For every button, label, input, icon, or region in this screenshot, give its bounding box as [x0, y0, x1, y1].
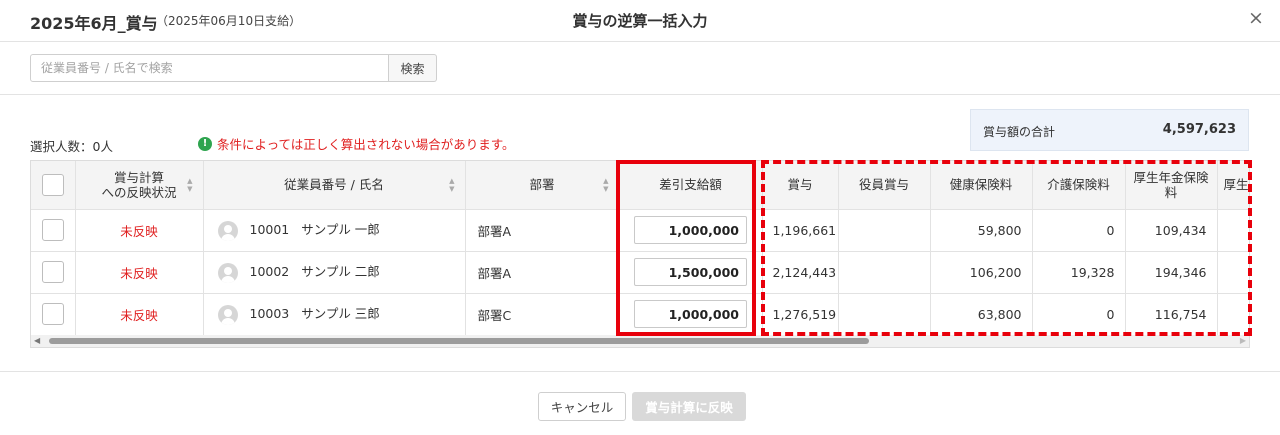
row-checkbox[interactable] — [41, 261, 64, 283]
header-employee-label: 従業員番号 / 氏名 — [284, 177, 384, 193]
employee-name: サンプル 二郎 — [301, 264, 380, 280]
divider — [0, 94, 1280, 95]
row-checkbox[interactable] — [41, 219, 64, 241]
header-bonus: 賞与 — [762, 161, 839, 210]
header-pension: 厚生年金保険 料 — [1125, 161, 1218, 210]
header-pension-label-2: 料 — [1164, 184, 1178, 200]
care-insurance-cell: 0 — [1032, 209, 1126, 252]
next-cell — [1217, 293, 1249, 336]
care-insurance-cell: 0 — [1032, 293, 1126, 336]
header-care-insurance: 介護保険料 — [1032, 161, 1126, 210]
warning-text: 条件によっては正しく算出されない場合があります。 — [217, 137, 515, 152]
dept-cell: 部署A — [465, 251, 620, 294]
employee-number: 10002 — [249, 264, 290, 280]
bonus-cell: 2,124,443 — [762, 251, 839, 294]
employee-name: サンプル 一郎 — [301, 222, 380, 238]
avatar-icon — [217, 304, 238, 325]
scroll-left-icon[interactable]: ◀ — [34, 336, 40, 345]
bonus-cell: 1,196,661 — [762, 209, 839, 252]
employee-number: 10001 — [249, 222, 290, 238]
officer-bonus-cell — [838, 209, 931, 252]
avatar-icon — [217, 220, 238, 241]
table-header-row: 賞与計算 への反映状況 ▲ ▼ 従業員番号 / 氏名 ▲ ▼ 部署 ▲ ▼ 差引支給額… — [31, 161, 1249, 210]
selected-count: 選択人数：0人 — [30, 139, 113, 154]
table-row: 未反映 10001 サンプル 一郎 部署A 1,196,661 59,800 0… — [31, 209, 1249, 252]
total-label: 賞与額の合計 — [983, 125, 1056, 139]
exclamation-icon: ! — [198, 136, 212, 151]
select-all-header — [31, 161, 76, 210]
employee-table: 賞与計算 への反映状況 ▲ ▼ 従業員番号 / 氏名 ▲ ▼ 部署 ▲ ▼ 差引支給額… — [30, 160, 1250, 348]
search-input[interactable] — [30, 54, 389, 82]
pension-cell: 109,434 — [1125, 209, 1218, 252]
dept-cell: 部署A — [465, 209, 620, 252]
employee-cell: 10001 サンプル 一郎 — [203, 209, 466, 252]
header-status[interactable]: 賞与計算 への反映状況 ▲ ▼ — [75, 161, 204, 210]
avatar-icon — [217, 262, 238, 283]
net-pay-input[interactable] — [634, 216, 747, 244]
net-pay-cell — [619, 293, 763, 336]
officer-bonus-cell — [838, 293, 931, 336]
net-pay-input[interactable] — [634, 300, 747, 328]
reflect-status: 未反映 — [75, 251, 204, 294]
total-value: 4,597,623 — [1162, 122, 1236, 137]
header-employee[interactable]: 従業員番号 / 氏名 ▲ ▼ — [203, 161, 466, 210]
row-checkbox[interactable] — [41, 303, 64, 325]
reflect-status: 未反映 — [75, 293, 204, 336]
divider — [0, 371, 1280, 372]
page-title: 2025年6月_賞与 — [30, 14, 158, 33]
cancel-button[interactable]: キャンセル — [538, 392, 626, 421]
horizontal-scrollbar[interactable]: ◀ ▶ — [31, 335, 1249, 347]
scroll-right-icon[interactable]: ▶ — [1240, 336, 1246, 345]
header-next-partial: 厚生 — [1217, 161, 1249, 210]
employee-number: 10003 — [249, 306, 290, 322]
pension-cell: 116,754 — [1125, 293, 1218, 336]
scrollbar-thumb[interactable] — [49, 338, 869, 344]
header-status-label-2: への反映状況 — [101, 184, 177, 200]
care-insurance-cell: 19,328 — [1032, 251, 1126, 294]
header-dept-label: 部署 — [529, 177, 555, 193]
bonus-cell: 1,276,519 — [762, 293, 839, 336]
health-insurance-cell: 106,200 — [930, 251, 1033, 294]
table-row: 未反映 10003 サンプル 三郎 部署C 1,276,519 63,800 0… — [31, 293, 1249, 336]
officer-bonus-cell — [838, 251, 931, 294]
employee-name: サンプル 三郎 — [301, 306, 380, 322]
header-health-insurance: 健康保険料 — [930, 161, 1033, 210]
header-dept[interactable]: 部署 ▲ ▼ — [465, 161, 620, 210]
select-all-checkbox[interactable] — [41, 173, 64, 196]
health-insurance-cell: 59,800 — [930, 209, 1033, 252]
net-pay-input[interactable] — [634, 258, 747, 286]
reflect-status: 未反映 — [75, 209, 204, 252]
header-net-pay: 差引支給額 — [619, 161, 763, 210]
pension-cell: 194,346 — [1125, 251, 1218, 294]
close-icon[interactable]: × — [1248, 9, 1264, 28]
sort-icon[interactable]: ▲ ▼ — [187, 177, 192, 193]
payment-date: （2025年06月10日支給） — [156, 14, 302, 28]
dialog-header: 2025年6月_賞与 （2025年06月10日支給） 賞与の逆算一括入力 × — [0, 0, 1280, 42]
header-status-label-1: 賞与計算 — [113, 169, 164, 185]
table-row: 未反映 10002 サンプル 二郎 部署A 2,124,443 106,200 … — [31, 251, 1249, 294]
health-insurance-cell: 63,800 — [930, 293, 1033, 336]
warning-message: ! 条件によっては正しく算出されない場合があります。 — [198, 134, 515, 153]
header-pension-label-1: 厚生年金保険 — [1133, 169, 1209, 185]
next-cell — [1217, 209, 1249, 252]
apply-to-bonus-calc-button[interactable]: 賞与計算に反映 — [632, 392, 746, 421]
header-officer-bonus: 役員賞与 — [838, 161, 931, 210]
net-pay-cell — [619, 251, 763, 294]
total-summary-box: 賞与額の合計 4,597,623 — [970, 109, 1249, 151]
sort-icon[interactable]: ▲ ▼ — [449, 177, 454, 193]
employee-cell: 10002 サンプル 二郎 — [203, 251, 466, 294]
next-cell — [1217, 251, 1249, 294]
search-button[interactable]: 検索 — [389, 54, 437, 82]
sort-icon[interactable]: ▲ ▼ — [603, 177, 608, 193]
net-pay-cell — [619, 209, 763, 252]
dept-cell: 部署C — [465, 293, 620, 336]
employee-cell: 10003 サンプル 三郎 — [203, 293, 466, 336]
